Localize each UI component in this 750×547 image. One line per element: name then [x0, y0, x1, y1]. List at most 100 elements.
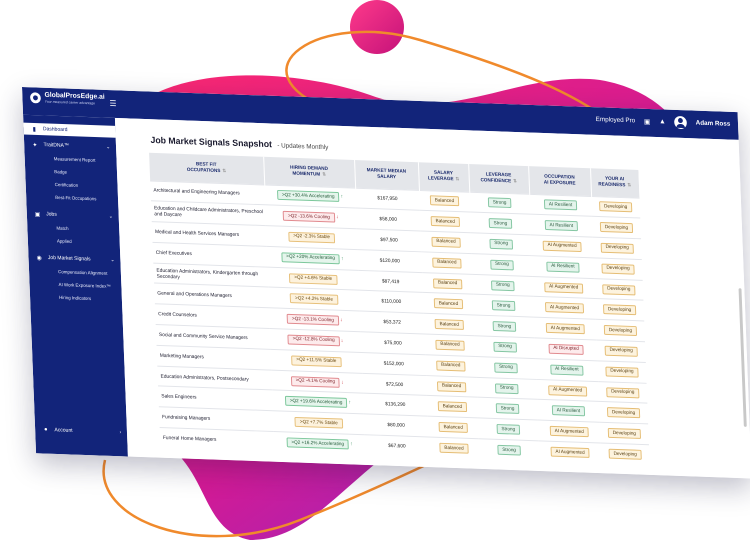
sidebar-sub-compensation[interactable]: Compensation Alignment [58, 269, 108, 276]
ai-exposure-badge: AI Augmented [544, 281, 584, 294]
ai-readiness-badge-cell: Developing [594, 278, 644, 301]
briefcase-icon[interactable]: ▣ [644, 117, 651, 125]
sort-icon[interactable]: ⇅ [627, 183, 631, 188]
logo-icon [29, 91, 41, 103]
sidebar-item-label: Jobs [46, 211, 57, 218]
occupation-name: General and Operations Managers [157, 290, 232, 300]
sidebar-item-jobs[interactable]: ▣ Jobs ⌄ [27, 208, 119, 223]
momentum-badge: >Q2 +4.2% Stable [290, 293, 339, 306]
signals-table: BEST FIT OCCUPATIONS ⇅ HIRING DEMAND MOMEN… [149, 152, 650, 466]
ai-exposure-badge-cell: AI Resilient [531, 255, 595, 279]
sidebar-sub-ai-work-exposure[interactable]: AI Work Exposure Index™ [58, 282, 110, 289]
leverage-confidence-badge: Strong [490, 280, 515, 291]
salary-leverage-badge: Balanced [436, 360, 466, 372]
alert-icon[interactable]: ▲ [659, 118, 666, 125]
ai-exposure-badge: AI Resilient [543, 199, 578, 211]
ai-exposure-badge: AI Resilient [546, 261, 580, 273]
arrow-down-icon: ↓ [338, 317, 343, 324]
column-header[interactable]: MARKET MEDIAN SALARY [354, 159, 419, 190]
sort-icon[interactable]: ⇅ [455, 177, 459, 182]
ai-readiness-badge: Developing [601, 263, 635, 275]
sidebar-sub-match[interactable]: Match [56, 226, 68, 231]
occupation-name: Marketing Managers [159, 352, 204, 361]
salary-leverage-badge: Balanced [438, 422, 468, 434]
median-salary: $136,290 [385, 401, 406, 409]
median-salary: $110,000 [381, 298, 402, 306]
main-content: Job Market Signals Snapshot - Updates Mo… [114, 117, 750, 479]
momentum-badge: >Q2 -13.6% Cooling [283, 211, 335, 223]
leverage-confidence-badge: Strong [492, 321, 517, 332]
sidebar-item-account[interactable]: ● Account › [35, 424, 127, 439]
sidebar-sub-best-fit[interactable]: Best-Fit Occupations [55, 195, 96, 201]
occupation-name: Sales Engineers [161, 393, 197, 401]
occupation-name: Chief Executives [155, 249, 192, 257]
salary-leverage-badge-cell: Balanced [421, 251, 473, 275]
leverage-confidence-badge-cell: Strong [477, 418, 539, 441]
sidebar-item-job-market-signals[interactable]: ◉ Job Market Signals ⌄ [28, 251, 120, 266]
sidebar-sub-badge[interactable]: Badge [54, 169, 67, 174]
ai-exposure-badge: AI Resilient [550, 364, 584, 376]
salary-leverage-badge: Balanced [432, 278, 463, 289]
ai-readiness-badge: Developing [607, 428, 642, 440]
median-salary: $80,000 [387, 422, 406, 429]
salary-leverage-badge-cell: Balanced [426, 395, 478, 419]
ai-exposure-badge-cell: AI Augmented [533, 317, 597, 341]
momentum-badge-cell: >Q2 +16.2% Accelerating ↑ [273, 431, 366, 456]
column-header[interactable]: OCCUPATION AI EXPOSURE [528, 166, 592, 196]
sidebar: ▮ Dashboard ✦ TraitDNA™ ⌄ Measurement Re… [23, 114, 128, 457]
sidebar-sub-hiring-indicators[interactable]: Hiring Indicators [59, 295, 91, 301]
occupation-name: Credit Counselors [158, 311, 198, 319]
ai-readiness-badge: Developing [606, 407, 641, 419]
plan-label[interactable]: Employed Pro [596, 116, 636, 124]
sidebar-sub-certification[interactable]: Certification [55, 182, 79, 188]
column-header[interactable]: HIRING DEMAND MOMENTUM ⇅ [263, 156, 356, 188]
leverage-confidence-badge: Strong [495, 403, 520, 415]
ai-exposure-badge: AI Augmented [545, 323, 585, 335]
momentum-badge: >Q2 +7.7% Stable [294, 417, 343, 429]
leverage-confidence-badge-cell: Strong [475, 356, 537, 380]
momentum-badge: >Q2 +30.4% Accelerating [276, 190, 340, 203]
ai-readiness-badge: Developing [603, 325, 638, 337]
momentum-badge: >Q2 -12.8% Cooling [287, 334, 340, 347]
column-header[interactable]: LEVERAGE CONFIDENCE ⇅ [468, 163, 530, 194]
salary-leverage-badge-cell: Balanced [422, 292, 475, 316]
leverage-confidence-badge-cell: Strong [469, 191, 531, 215]
avatar[interactable] [674, 115, 688, 130]
momentum-badge: >Q2 -13.1% Cooling [286, 313, 339, 326]
column-header[interactable]: YOUR AI READINESS ⇅ [590, 168, 640, 198]
median-salary: $67,600 [388, 443, 406, 450]
median-salary-cell: $75,000 [360, 331, 426, 355]
user-name[interactable]: Adam Ross [696, 120, 731, 128]
ai-readiness-badge-cell: Developing [599, 401, 649, 425]
sidebar-item-dashboard[interactable]: ▮ Dashboard [23, 122, 116, 138]
salary-leverage-badge-cell: Balanced [426, 375, 478, 398]
median-salary: $152,000 [383, 360, 404, 368]
sidebar-item-traitdna[interactable]: ✦ TraitDNA™ ⌄ [24, 138, 116, 153]
ai-readiness-badge: Developing [602, 283, 636, 296]
column-header[interactable]: BEST FIT OCCUPATIONS ⇅ [149, 152, 265, 185]
sort-icon[interactable]: ⇅ [513, 179, 517, 184]
salary-leverage-badge: Balanced [435, 339, 465, 351]
salary-leverage-badge-cell: Balanced [420, 231, 472, 254]
ai-exposure-badge-cell: AI Augmented [530, 234, 594, 258]
salary-leverage-badge-cell: Balanced [419, 210, 471, 233]
ai-readiness-badge: Developing [608, 448, 642, 460]
sidebar-sub-measurement-report[interactable]: Measurement Report [54, 156, 96, 162]
median-salary-cell: $120,000 [357, 249, 423, 273]
sidebar-sub-applied[interactable]: Applied [57, 239, 72, 244]
sidebar-item-label: Job Market Signals [47, 254, 91, 263]
ai-exposure-badge-cell: AI Resilient [537, 399, 600, 423]
ai-readiness-badge-cell: Developing [591, 216, 642, 239]
sort-icon[interactable]: ⇅ [322, 172, 326, 177]
occupation-name-cell: Funeral Home Managers [159, 427, 275, 453]
chevron-down-icon: ⌄ [106, 144, 111, 151]
median-salary: $97,500 [380, 237, 398, 244]
menu-icon[interactable]: ☰ [109, 99, 116, 108]
column-header[interactable]: SALARY LEVERAGE ⇅ [417, 162, 470, 192]
momentum-badge: >Q2 -4.1% Cooling [290, 375, 341, 388]
top-bar-actions: Employed Pro ▣ ▲ Adam Ross [596, 113, 731, 131]
sort-icon[interactable]: ⇅ [222, 169, 226, 174]
page-title: Job Market Signals Snapshot - Updates Mo… [150, 135, 328, 151]
salary-leverage-badge-cell: Balanced [428, 437, 480, 460]
leverage-confidence-badge: Strong [494, 362, 518, 374]
